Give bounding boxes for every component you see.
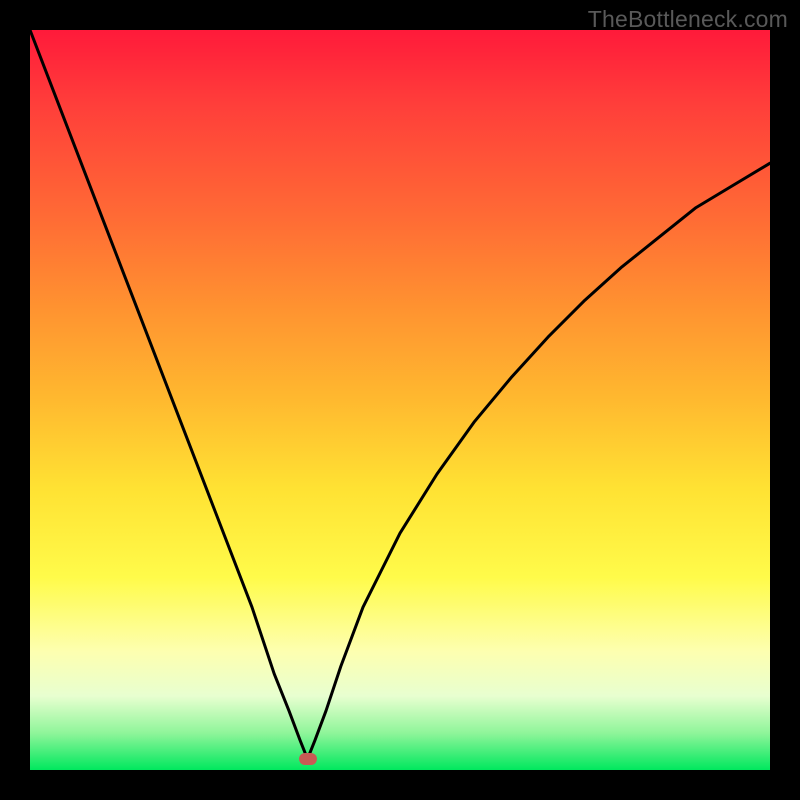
optimum-marker	[299, 753, 317, 765]
chart-curve-svg	[30, 30, 770, 770]
watermark-text: TheBottleneck.com	[588, 6, 788, 33]
chart-plot-area	[30, 30, 770, 770]
